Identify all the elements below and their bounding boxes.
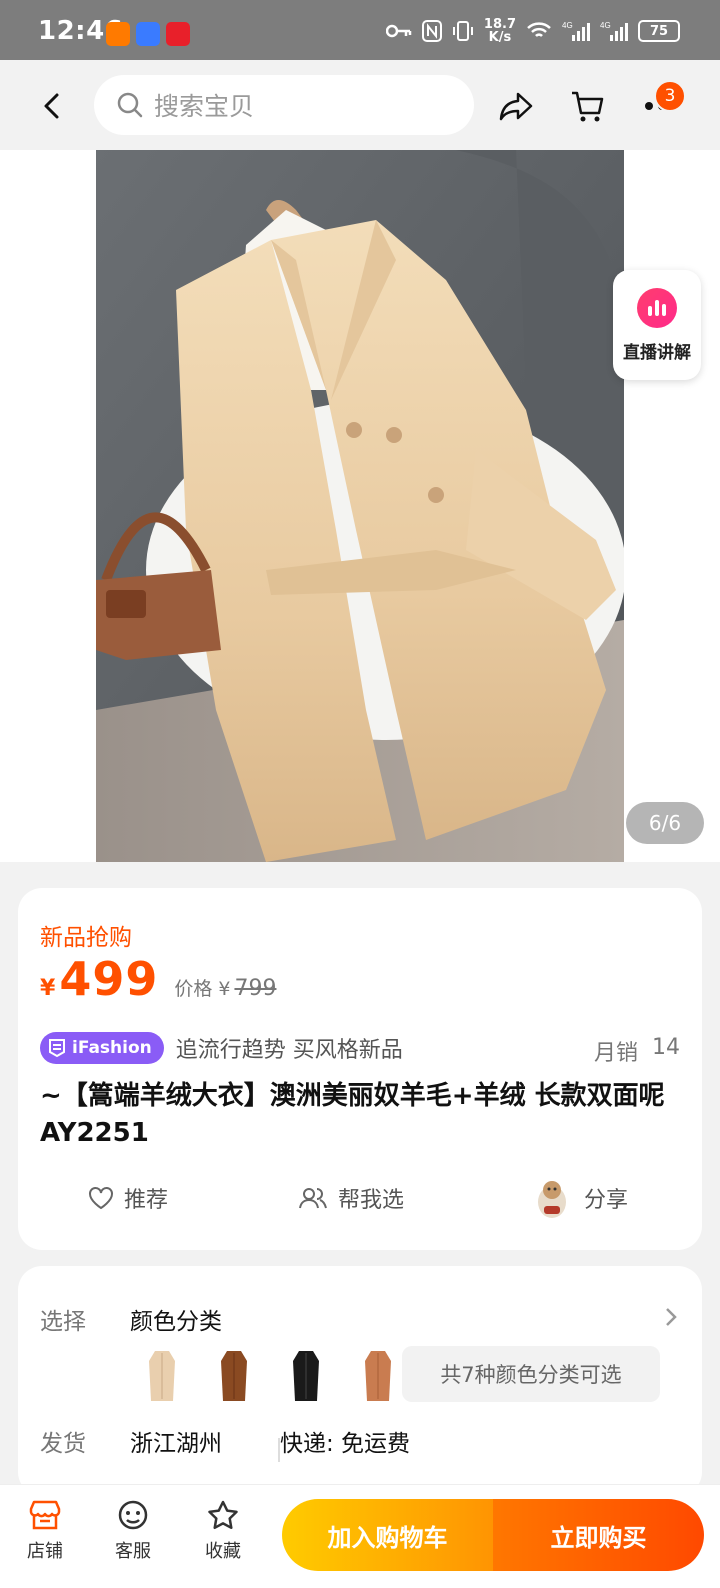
- key-icon: [385, 24, 412, 38]
- coat-thumb-icon: [221, 1351, 247, 1401]
- monthly-sales-value: 14: [652, 1035, 680, 1060]
- signal-4g-icon-2: 4G: [600, 21, 628, 41]
- buy-now-button[interactable]: 立即购买: [493, 1499, 704, 1571]
- nav-bar: 搜索宝贝 3: [0, 60, 720, 150]
- live-bars-icon: [637, 287, 677, 328]
- ifashion-label: iFashion: [72, 1038, 152, 1058]
- price-row: ¥ 499 价格 ¥ 799: [40, 952, 276, 1006]
- express-fee: 快递: 免运费: [280, 1431, 411, 1457]
- color-swatch-brown[interactable]: [208, 1348, 260, 1404]
- service-tab[interactable]: 客服: [98, 1499, 168, 1563]
- heart-icon: [89, 1187, 113, 1210]
- red-notification-icon: [166, 22, 190, 46]
- add-to-cart-button[interactable]: 加入购物车: [282, 1499, 493, 1571]
- coat-thumb-icon: [293, 1351, 319, 1401]
- promo-label: 新品抢购: [40, 925, 132, 951]
- cta-group: 加入购物车 立即购买: [282, 1499, 704, 1571]
- color-swatch-black[interactable]: [280, 1348, 332, 1404]
- monthly-sales: 月销 14: [594, 1035, 680, 1067]
- monthly-sales-label: 月销: [593, 1041, 638, 1066]
- notification-icons: [106, 22, 190, 46]
- live-explain-button[interactable]: 直播讲解: [613, 270, 701, 380]
- taobao-notification-icon: [106, 22, 130, 46]
- store-icon: [29, 1500, 61, 1530]
- coat-thumb-icon: [149, 1351, 175, 1401]
- vibrate-icon: [452, 21, 473, 41]
- favorite-label: 收藏: [205, 1541, 241, 1562]
- select-label: 选择: [40, 1309, 86, 1335]
- color-swatches: [136, 1348, 404, 1404]
- color-swatch-beige[interactable]: [136, 1348, 188, 1404]
- cart-button[interactable]: [566, 84, 610, 128]
- bottom-bar: 店铺 客服 收藏 加入购物车 立即购买: [0, 1484, 720, 1588]
- service-label: 客服: [115, 1541, 151, 1562]
- selection-card[interactable]: 选择 颜色分类 共7种颜色分类可选 发货 浙江湖州 快递: 免运费: [18, 1266, 702, 1496]
- chevron-right-icon: [666, 1308, 677, 1326]
- star-icon: [208, 1500, 238, 1530]
- ifashion-badge[interactable]: iFashion: [40, 1032, 164, 1064]
- color-count-button[interactable]: 共7种颜色分类可选: [402, 1346, 660, 1402]
- share-label: 分享: [584, 1188, 629, 1213]
- ifashion-logo-icon: [49, 1039, 65, 1058]
- customer-service-icon: [118, 1500, 148, 1530]
- current-price: 499: [59, 952, 159, 1006]
- original-price-label: 价格: [174, 978, 213, 1000]
- favorite-tab[interactable]: 收藏: [188, 1499, 258, 1563]
- search-input[interactable]: 搜索宝贝: [94, 75, 474, 135]
- search-icon: [117, 92, 143, 118]
- store-label: 店铺: [27, 1541, 63, 1562]
- status-indicators: 18.7 K/s 4G 4G 75: [385, 17, 680, 45]
- product-gallery[interactable]: 直播讲解 6/6: [0, 150, 720, 862]
- signal-4g-icon: 4G: [562, 21, 590, 41]
- svg-text:4G: 4G: [600, 21, 611, 30]
- image-page-counter: 6/6: [626, 802, 704, 844]
- share-action-button[interactable]: 分享: [530, 1176, 628, 1220]
- share-arrow-icon: [499, 92, 533, 121]
- people-icon: [299, 1188, 327, 1209]
- bot-notification-icon: [136, 22, 160, 46]
- nfc-icon: [421, 20, 442, 42]
- chevron-left-icon: [44, 93, 59, 119]
- tag-slogan: 追流行趋势 买风格新品: [175, 1038, 403, 1063]
- original-currency-symbol: ¥: [218, 978, 231, 1000]
- select-value: 颜色分类: [130, 1309, 222, 1335]
- ship-label: 发货: [40, 1431, 86, 1457]
- coat-thumb-icon: [365, 1351, 391, 1401]
- color-swatch-camel[interactable]: [352, 1348, 404, 1404]
- recommend-label: 推荐: [124, 1188, 169, 1213]
- help-choose-button[interactable]: 帮我选: [298, 1182, 404, 1214]
- network-speed: 18.7 K/s: [483, 17, 516, 45]
- share-mascot-icon: [538, 1181, 566, 1218]
- back-button[interactable]: [32, 86, 72, 126]
- currency-symbol: ¥: [40, 976, 56, 1001]
- action-row: 推荐 帮我选 分享: [18, 1178, 702, 1218]
- share-button[interactable]: [494, 84, 538, 128]
- wifi-icon: [527, 22, 551, 37]
- cart-icon: [572, 91, 604, 122]
- store-tab[interactable]: 店铺: [10, 1499, 80, 1563]
- product-info-card: 新品抢购 ¥ 499 价格 ¥ 799 iFashion 追流行趋势 买风格新品…: [18, 888, 702, 1250]
- battery-icon: 75: [638, 20, 680, 42]
- live-label: 直播讲解: [623, 342, 691, 363]
- help-choose-label: 帮我选: [338, 1188, 405, 1213]
- svg-text:4G: 4G: [562, 21, 573, 30]
- status-bar: 12:46 18.7 K/s 4G 4G 75: [0, 0, 720, 60]
- message-badge: 3: [654, 80, 686, 112]
- product-photo[interactable]: [96, 150, 624, 862]
- search-placeholder: 搜索宝贝: [154, 92, 255, 121]
- recommend-button[interactable]: 推荐: [88, 1182, 168, 1214]
- product-title: ~【篙端羊绒大衣】澳洲美丽奴羊毛+羊绒 长款双面呢AY2251: [40, 1081, 665, 1148]
- ship-from: 浙江湖州: [130, 1431, 222, 1457]
- original-price: 799: [234, 976, 277, 1001]
- tag-row: iFashion 追流行趋势 买风格新品 月销 14: [40, 1032, 680, 1067]
